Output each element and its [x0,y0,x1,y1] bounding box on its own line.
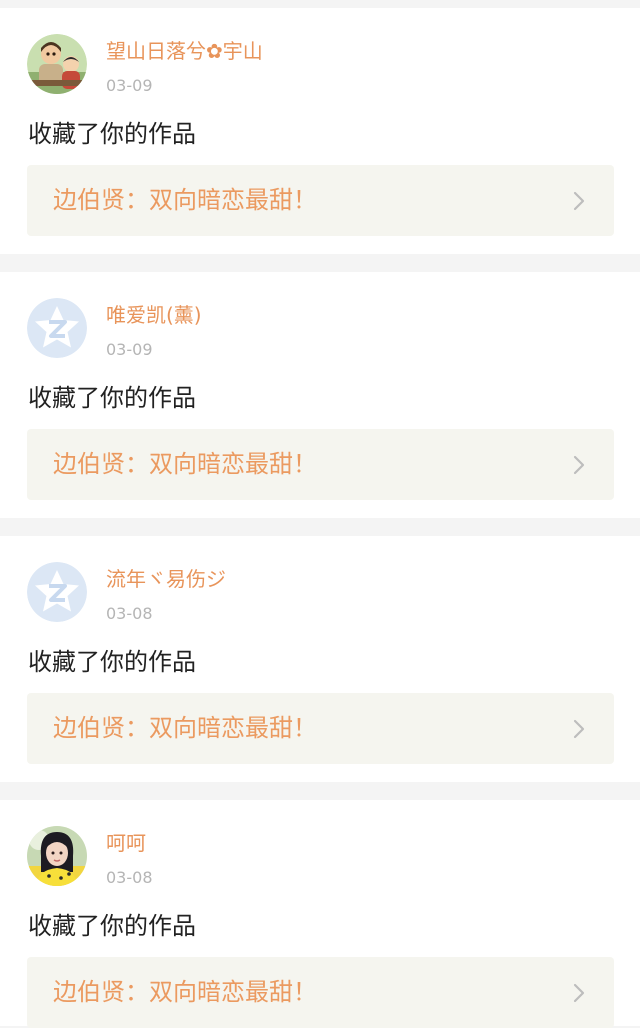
work-title: 边伯贤：双向暗恋最甜！ [53,978,317,1006]
work-link[interactable]: 边伯贤：双向暗恋最甜！ [27,693,614,764]
notification-date: 03-09 [106,340,153,359]
notification-card: 唯爱凯(薰) 03-09 收藏了你的作品 边伯贤：双向暗恋最甜！ [0,272,640,518]
notification-action-text: 收藏了你的作品 [28,384,196,412]
default-star-avatar-icon[interactable] [27,298,87,358]
notification-date: 03-08 [106,868,153,887]
cartoon-kids-avatar-icon[interactable] [27,34,87,94]
notification-action-text: 收藏了你的作品 [28,120,196,148]
work-title: 边伯贤：双向暗恋最甜！ [53,186,317,214]
notification-action-text: 收藏了你的作品 [28,912,196,940]
username[interactable]: 唯爱凯(薰) [106,302,202,328]
work-title: 边伯贤：双向暗恋最甜！ [53,714,317,742]
chevron-right-icon [570,455,588,475]
notification-action-text: 收藏了你的作品 [28,648,196,676]
work-link[interactable]: 边伯贤：双向暗恋最甜！ [27,957,614,1028]
username[interactable]: 流年ヾ易伤ジ [106,566,226,592]
chevron-right-icon [570,719,588,739]
username[interactable]: 呵呵 [106,830,146,856]
notification-card: 望山日落兮✿宇山 03-09 收藏了你的作品 边伯贤：双向暗恋最甜！ [0,8,640,254]
default-star-avatar-icon[interactable] [27,562,87,622]
username[interactable]: 望山日落兮✿宇山 [106,38,263,64]
notification-card: 呵呵 03-08 收藏了你的作品 边伯贤：双向暗恋最甜！ [0,800,640,1028]
work-title: 边伯贤：双向暗恋最甜！ [53,450,317,478]
work-link[interactable]: 边伯贤：双向暗恋最甜！ [27,429,614,500]
notification-date: 03-08 [106,604,153,623]
chevron-right-icon [570,191,588,211]
notification-date: 03-09 [106,76,153,95]
notification-card: 流年ヾ易伤ジ 03-08 收藏了你的作品 边伯贤：双向暗恋最甜！ [0,536,640,782]
chevron-right-icon [570,983,588,1003]
girl-photo-avatar-icon[interactable] [27,826,87,886]
notification-feed: 望山日落兮✿宇山 03-09 收藏了你的作品 边伯贤：双向暗恋最甜！ 唯爱凯(薰… [0,0,640,1028]
work-link[interactable]: 边伯贤：双向暗恋最甜！ [27,165,614,236]
